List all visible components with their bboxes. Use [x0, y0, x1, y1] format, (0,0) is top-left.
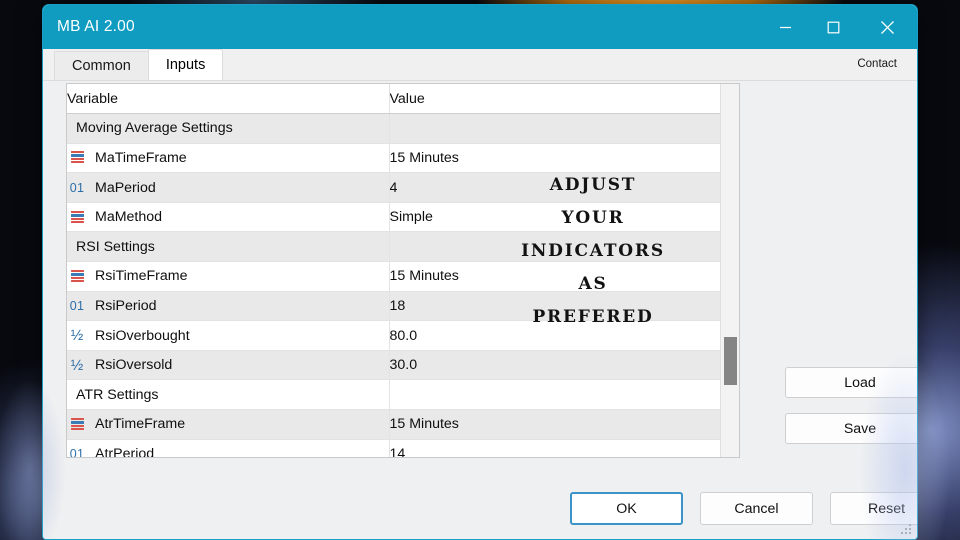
contact-link[interactable]: Contact — [857, 58, 897, 70]
table-row[interactable]: RsiTimeFrame 15 Minutes — [67, 261, 720, 292]
cell-value[interactable]: Simple — [389, 202, 720, 233]
save-button-label: Save — [843, 420, 877, 437]
cell-variable: MaPeriod — [95, 179, 156, 196]
table-vertical-scrollbar[interactable] — [720, 84, 739, 457]
cell-value[interactable]: 15 Minutes — [389, 261, 720, 292]
maximize-button[interactable] — [809, 5, 857, 49]
scrollbar-thumb[interactable] — [724, 337, 737, 385]
desktop-background: MB AI 2.00 Common Inputs Contact Variabl… — [0, 0, 960, 540]
table-row[interactable]: MaTimeFrame 15 Minutes — [67, 143, 720, 174]
cell-variable: MaTimeFrame — [95, 149, 187, 166]
fraction-type-icon: ½ — [70, 356, 84, 374]
window-title: MB AI 2.00 — [57, 18, 135, 35]
save-button[interactable]: Save — [785, 413, 917, 444]
table-row[interactable]: Moving Average Settings — [67, 113, 720, 144]
cell-variable: RsiTimeFrame — [95, 268, 188, 285]
fraction-type-icon: ½ — [70, 327, 84, 345]
window-titlebar[interactable]: MB AI 2.00 — [43, 5, 917, 49]
column-header-value: Value — [389, 84, 720, 115]
cell-variable: RsiOverbought — [95, 327, 190, 344]
tab-common-label: Common — [72, 58, 131, 74]
timeframe-icon — [67, 210, 87, 225]
load-button-label: Load — [844, 374, 876, 391]
window-controls — [761, 5, 917, 49]
table-row[interactable]: ½ RsiOversold 30.0 — [67, 350, 720, 381]
cell-value[interactable] — [389, 231, 720, 263]
timeframe-icon — [67, 417, 87, 432]
cell-value[interactable]: 80.0 — [389, 320, 720, 351]
cell-value[interactable]: 14 — [389, 439, 720, 457]
cancel-button-label: Cancel — [734, 500, 779, 517]
cell-value[interactable] — [389, 379, 720, 411]
parameters-table-scrollarea: Variable Value Moving Average Settings M… — [67, 84, 720, 457]
table-row[interactable]: RSI Settings — [67, 231, 720, 263]
integer-type-icon: 01 — [69, 298, 85, 313]
table-row[interactable]: 01 AtrPeriod 14 — [67, 439, 720, 457]
cell-value[interactable]: 15 Minutes — [389, 143, 720, 174]
mb-ai-dialog-window: MB AI 2.00 Common Inputs Contact Variabl… — [42, 4, 918, 540]
cell-value[interactable]: 30.0 — [389, 350, 720, 381]
ok-button[interactable]: OK — [570, 492, 683, 525]
cell-variable: AtrPeriod — [95, 445, 155, 457]
load-button[interactable]: Load — [785, 367, 917, 398]
cell-value[interactable] — [389, 113, 720, 144]
table-header-row: Variable Value — [67, 84, 720, 115]
tab-inputs-label: Inputs — [165, 57, 206, 73]
maximize-icon — [827, 21, 840, 34]
cell-variable: MaMethod — [95, 209, 163, 226]
ok-button-label: OK — [616, 500, 637, 517]
resize-grip[interactable] — [901, 524, 912, 535]
cell-variable: ATR Settings — [67, 379, 390, 411]
cell-variable: RsiOversold — [95, 357, 173, 374]
cell-value[interactable]: 18 — [389, 291, 720, 322]
parameters-table: Variable Value Moving Average Settings M… — [67, 84, 720, 457]
close-button[interactable] — [857, 5, 917, 49]
table-row[interactable]: ½ RsiOverbought 80.0 — [67, 320, 720, 351]
integer-type-icon: 01 — [69, 180, 85, 195]
timeframe-icon — [67, 269, 87, 284]
cell-variable: RSI Settings — [67, 231, 390, 263]
tab-inputs[interactable]: Inputs — [147, 49, 224, 80]
cell-variable: RsiPeriod — [95, 297, 157, 314]
integer-type-icon: 01 — [69, 446, 85, 457]
table-row[interactable]: ATR Settings — [67, 379, 720, 411]
cell-variable: AtrTimeFrame — [95, 416, 186, 433]
dialog-body: Variable Value Moving Average Settings M… — [43, 81, 917, 539]
table-row[interactable]: 01 RsiPeriod 18 — [67, 291, 720, 322]
table-row[interactable]: 01 MaPeriod 4 — [67, 172, 720, 203]
cell-value[interactable]: 4 — [389, 172, 720, 203]
minimize-icon — [779, 21, 792, 34]
close-icon — [880, 20, 895, 35]
cell-variable: Moving Average Settings — [67, 113, 390, 144]
bottom-button-group: OK Cancel Reset — [570, 492, 917, 525]
reset-button-label: Reset — [867, 500, 906, 517]
side-button-group: Load Save — [785, 367, 917, 444]
table-row[interactable]: AtrTimeFrame 15 Minutes — [67, 409, 720, 440]
column-header-variable: Variable — [67, 84, 390, 115]
cell-value[interactable]: 15 Minutes — [389, 409, 720, 440]
table-row[interactable]: MaMethod Simple — [67, 202, 720, 233]
tab-common[interactable]: Common — [54, 51, 149, 80]
tabstrip: Common Inputs Contact — [43, 49, 917, 81]
minimize-button[interactable] — [761, 5, 809, 49]
reset-button[interactable]: Reset — [830, 492, 917, 525]
timeframe-icon — [67, 150, 87, 165]
cancel-button[interactable]: Cancel — [700, 492, 813, 525]
parameters-table-container: Variable Value Moving Average Settings M… — [66, 83, 740, 458]
